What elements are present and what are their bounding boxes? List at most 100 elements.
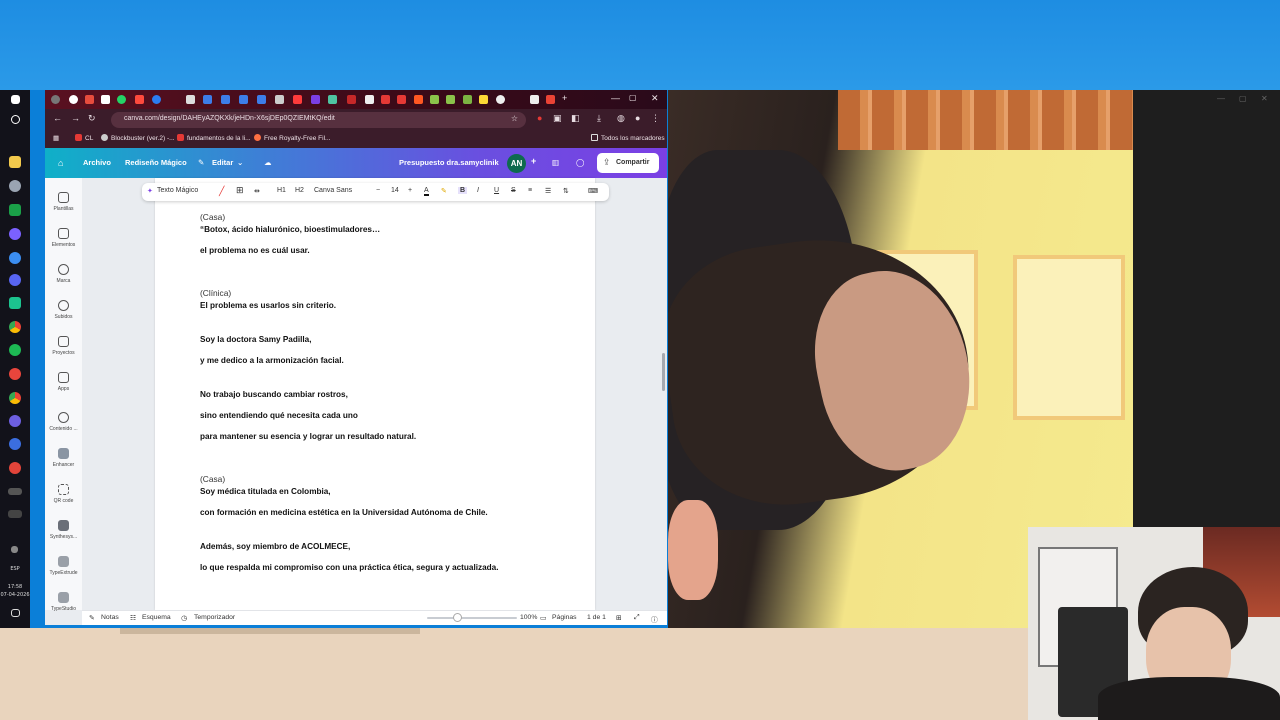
- home-icon[interactable]: ⌂: [58, 158, 63, 168]
- sidebar-item-proyectos[interactable]: Proyectos: [45, 336, 82, 356]
- tab-favicon[interactable]: [463, 95, 472, 104]
- tab-favicon[interactable]: [101, 95, 110, 104]
- tab-favicon[interactable]: [365, 95, 374, 104]
- script-line[interactable]: el problema no es cuál usar.: [200, 246, 310, 255]
- sidebar-item-marca[interactable]: Marca: [45, 264, 82, 284]
- italic-button[interactable]: I: [477, 187, 479, 194]
- strikethrough-button[interactable]: S: [511, 187, 516, 194]
- script-line[interactable]: y me dedico a la armonización facial.: [200, 356, 344, 365]
- tab-favicon[interactable]: [414, 95, 423, 104]
- clock-date[interactable]: 07-04-2026: [0, 592, 30, 598]
- spacing-icon[interactable]: ⇹: [254, 187, 260, 195]
- notes-icon[interactable]: ✎: [89, 614, 95, 622]
- bookmark-free-royalty[interactable]: Free Royalty-Free Fil...: [254, 134, 330, 142]
- messenger-icon[interactable]: [9, 252, 21, 264]
- app-icon[interactable]: [9, 228, 21, 240]
- tab-favicon[interactable]: [85, 95, 94, 104]
- sidebar-item-qr-code[interactable]: QR code: [45, 484, 82, 504]
- sidebar-item-enhancer[interactable]: Enhancer: [45, 448, 82, 468]
- script-line[interactable]: No trabajo buscando cambiar rostros,: [200, 390, 348, 399]
- sidebar-item-subidos[interactable]: Subidos: [45, 300, 82, 320]
- underline-button[interactable]: U: [494, 187, 499, 194]
- timer-icon[interactable]: ◷: [181, 614, 187, 622]
- tab-favicon[interactable]: [328, 95, 337, 104]
- extensions-puzzle-icon[interactable]: ◍: [617, 113, 625, 124]
- tab-favicon[interactable]: [221, 95, 230, 104]
- clock-time[interactable]: 17:58: [0, 584, 30, 590]
- sidebar-item-elementos[interactable]: Elementos: [45, 228, 82, 248]
- sidebar-item-typestudio[interactable]: TypeStudio: [45, 592, 82, 612]
- tab-favicon[interactable]: [397, 95, 406, 104]
- tab-favicon[interactable]: [479, 95, 488, 104]
- heading2-button[interactable]: H2: [295, 187, 304, 194]
- script-line[interactable]: Soy la doctora Samy Padilla,: [200, 335, 311, 344]
- add-collaborator-icon[interactable]: +: [531, 156, 536, 166]
- bullet-list-icon[interactable]: ☰: [545, 187, 551, 195]
- menu-dots-icon[interactable]: ⋮: [651, 113, 660, 124]
- comment-icon[interactable]: ◯: [576, 158, 584, 167]
- pages-icon[interactable]: ▭: [540, 614, 546, 622]
- script-line[interactable]: sino entendiendo qué necesita cada uno: [200, 411, 358, 420]
- tab-favicon[interactable]: [347, 95, 356, 104]
- cloud-sync-icon[interactable]: ☁: [264, 158, 272, 167]
- back-icon[interactable]: ←: [53, 113, 62, 123]
- sidebar-item-plantillas[interactable]: Plantillas: [45, 192, 82, 212]
- script-line[interactable]: El problema es usarlos sin criterio.: [200, 301, 336, 310]
- line-spacing-icon[interactable]: ⇅: [563, 187, 569, 195]
- menu-editar[interactable]: Editar: [212, 158, 233, 167]
- script-line[interactable]: lo que respalda mi compromiso con una pr…: [200, 563, 499, 572]
- bookmark-star-icon[interactable]: ☆: [511, 114, 518, 123]
- tab-favicon[interactable]: [239, 95, 248, 104]
- close-icon[interactable]: ✕: [651, 93, 659, 104]
- pages-button[interactable]: Páginas: [552, 614, 577, 621]
- script-line[interactable]: Soy médica titulada en Colombia,: [200, 487, 331, 496]
- sidebar-item-contenido[interactable]: Contenido ...: [45, 412, 82, 432]
- tab-search-icon[interactable]: [51, 95, 60, 104]
- url-field[interactable]: canva.com/design/DAHEyAZQKXk/jeHDn-X6sjD…: [111, 112, 526, 128]
- extension-icon[interactable]: ◧: [571, 113, 580, 124]
- url-text[interactable]: canva.com/design/DAHEyAZQKXk/jeHDn-X6sjD…: [124, 115, 335, 122]
- app-icon[interactable]: [9, 297, 21, 309]
- app-icon[interactable]: [9, 180, 21, 192]
- sidebar-item-synthesys[interactable]: Synthesys...: [45, 520, 82, 540]
- heading1-button[interactable]: H1: [277, 187, 286, 194]
- font-size-increase[interactable]: +: [408, 187, 412, 194]
- tab-favicon[interactable]: [275, 95, 284, 104]
- whatsapp-tab-icon[interactable]: [117, 95, 126, 104]
- magic-text-button[interactable]: Texto Mágico: [157, 187, 198, 194]
- bookmark-fundamentos[interactable]: fundamentos de la li...: [177, 134, 251, 142]
- avatar[interactable]: AN: [507, 154, 526, 173]
- timer-button[interactable]: Temporizador: [194, 614, 235, 621]
- menu-rediseno-magico[interactable]: Rediseño Mágico: [125, 158, 187, 167]
- font-selector[interactable]: Canva Sans: [314, 187, 352, 194]
- zoom-slider[interactable]: [427, 617, 517, 619]
- all-bookmarks-folder[interactable]: Todos los marcadores: [591, 134, 665, 142]
- tab-favicon[interactable]: [311, 95, 320, 104]
- file-explorer-icon[interactable]: [9, 156, 21, 168]
- script-line[interactable]: (Clínica): [200, 288, 231, 298]
- search-icon[interactable]: [11, 115, 20, 124]
- tab-favicon[interactable]: [152, 95, 161, 104]
- tab-favicon[interactable]: [430, 95, 439, 104]
- script-line[interactable]: (Casa): [200, 212, 225, 222]
- app-icon[interactable]: [9, 368, 21, 380]
- font-size-decrease[interactable]: −: [376, 187, 380, 194]
- analytics-icon[interactable]: ▥: [552, 158, 559, 167]
- spotify-icon[interactable]: [9, 344, 21, 356]
- chrome-profile-icon[interactable]: [9, 462, 21, 474]
- chrome-icon[interactable]: [9, 321, 21, 333]
- share-button[interactable]: ⇪ Compartir: [597, 153, 659, 173]
- maximize-icon[interactable]: ▢: [629, 93, 637, 102]
- script-line[interactable]: “Botox, ácido hialurónico, bioestimulado…: [200, 225, 380, 234]
- notification-icon[interactable]: [11, 609, 20, 617]
- grid-view-icon[interactable]: ⊞: [616, 614, 622, 622]
- apps-grid-icon[interactable]: ▦: [53, 134, 59, 142]
- profile-icon[interactable]: ●: [635, 113, 640, 123]
- windows-start-icon[interactable]: [11, 95, 20, 104]
- tab-favicon[interactable]: [135, 95, 144, 104]
- tab-favicon[interactable]: [293, 95, 302, 104]
- format-painter-icon[interactable]: ⌨: [588, 187, 598, 195]
- gmail-tab-icon[interactable]: [546, 95, 555, 104]
- align-left-icon[interactable]: ≡: [528, 187, 532, 194]
- script-line[interactable]: con formación en medicina estética en la…: [200, 508, 488, 517]
